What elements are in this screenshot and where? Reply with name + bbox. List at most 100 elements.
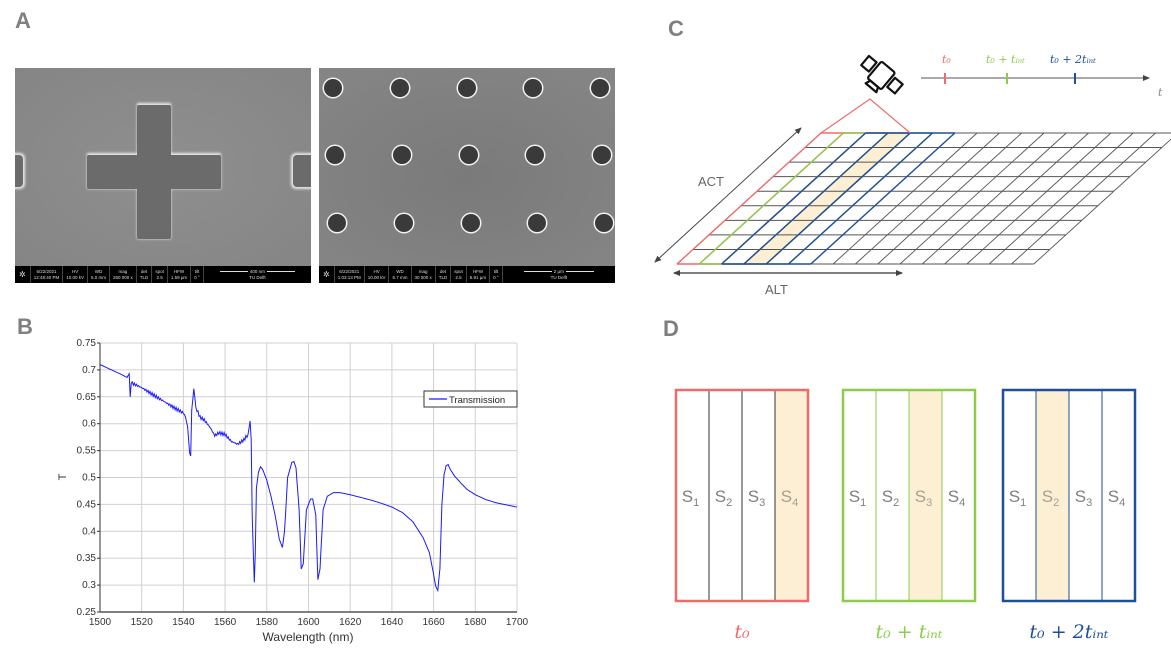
grid-col-line (966, 132, 1112, 265)
time-axis-label: t (1158, 86, 1163, 99)
hole (328, 214, 346, 232)
y-tick-label: 0.3 (82, 580, 96, 591)
hole-array-graphic (319, 68, 615, 266)
y-tick-label: 0.55 (77, 446, 97, 457)
x-axis-label: Wavelength (nm) (263, 630, 354, 644)
grid-col-line (877, 132, 1023, 265)
x-tick-label: 1520 (131, 617, 154, 628)
transmission-chart: 1500 1520 1540 1560 1580 1600 1620 1640 1660 1680… (57, 338, 529, 644)
hole (593, 146, 611, 164)
hole (326, 146, 344, 164)
frame-col-line (676, 132, 822, 265)
y-tick-label: 0.35 (77, 553, 97, 564)
x-tick-label: 1620 (339, 617, 362, 628)
sem-time: 1:03:13 PM (337, 274, 361, 280)
x-tick-label: 1540 (172, 617, 195, 628)
panel-label-d: D (663, 316, 679, 341)
sem-spot: 2.5 (455, 274, 462, 280)
time-label-t0: t₀ (942, 53, 951, 66)
strip-label: S2 (882, 487, 899, 509)
detector-frame: S1 S2 S3 S4t₀ (674, 388, 810, 643)
sem-mag: 30 000 x (414, 274, 432, 280)
hole (462, 214, 480, 232)
hole (524, 79, 542, 97)
x-tick-label: 1560 (214, 617, 237, 628)
detector-frames: S1 S2 S3 S4t₀S1 S2 S3 S4t₀ + tᵢₙₜS1 S2 S3 S4t₀ + … (674, 388, 1137, 643)
grid-col-line (1033, 138, 1171, 265)
y-tick-label: 0.5 (82, 473, 96, 484)
sem-info-bar: ✲ 6/22/2021 1:03:13 PM HV 10.00 kV WD 6.7 m… (319, 266, 615, 283)
frame-col-line (765, 132, 911, 265)
legend-label: Transmission (449, 395, 505, 406)
sem-image-holes: ✲ 6/22/2021 1:03:13 PM HV 10.00 kV WD 6.7 m… (319, 68, 615, 283)
cross-aperture-graphic (15, 68, 311, 266)
sem-hfw: 1.59 µm (170, 274, 188, 280)
frame-caption: t₀ + 2tᵢₙₜ (1029, 621, 1108, 643)
sem-hfw: 6.91 µm (469, 274, 487, 280)
frame-col-line (788, 132, 933, 265)
hole (595, 214, 613, 232)
sem-info-bar: ✲ 6/22/2021 12:48:40 PM HV 10.00 kV WD 5.0 … (15, 266, 311, 283)
x-tick-label: 1600 (297, 617, 320, 628)
field-of-view (820, 98, 911, 134)
grid-col-line (988, 132, 1134, 265)
sem-institution: TU Delft (249, 274, 266, 280)
sem-det: TLD (139, 274, 149, 280)
x-tick-label: 1700 (506, 617, 529, 628)
sem-image-cross: ✲ 6/22/2021 12:48:40 PM HV 10.00 kV WD 5.0 … (15, 68, 311, 283)
strip-label: S3 (1075, 487, 1092, 509)
strip-label: S3 (748, 487, 765, 509)
sem-institution: TU Delft (550, 274, 568, 280)
strip-label: S2 (715, 487, 732, 509)
strip-label: S4 (948, 487, 965, 509)
time-label-t0-plus-2tint: t₀ + 2tᵢₙₜ (1050, 53, 1096, 66)
x-tick-label: 1500 (89, 617, 112, 628)
y-tick-label: 0.4 (82, 526, 96, 537)
strip-label: S1 (849, 487, 866, 509)
chart-grid (100, 342, 518, 612)
highlight-strip (743, 133, 911, 264)
y-tick-label: 0.25 (77, 607, 97, 618)
hole (591, 79, 609, 97)
satellite-icon (860, 54, 904, 95)
ground-grid (676, 98, 1171, 265)
sem-wd: 5.0 mm (91, 274, 107, 280)
frame-caption: t₀ (734, 621, 750, 643)
y-axis-label: T (57, 473, 69, 480)
hole (460, 146, 478, 164)
sem-det: TLD (438, 274, 448, 280)
hole (526, 146, 544, 164)
grid-col-line (899, 132, 1045, 265)
sem-hv: 10.00 kV (367, 274, 386, 280)
frame-caption: t₀ + tᵢₙₜ (875, 621, 942, 643)
hole (395, 214, 413, 232)
chart-legend: Transmission (423, 390, 518, 408)
frame-col-line (743, 132, 889, 265)
time-axis: t₀ t₀ + tᵢₙₜ t₀ + 2tᵢₙₜ t (921, 53, 1163, 99)
grid-col-line (1011, 132, 1156, 265)
grid-col-line (832, 132, 978, 265)
microscope-logo-icon: ✲ (319, 266, 335, 283)
time-label-t0-plus-tint: t₀ + tᵢₙₜ (986, 53, 1025, 66)
sem-tilt: 0 ° (493, 274, 499, 280)
strip-label: S1 (1009, 487, 1026, 509)
x-tick-label: 1580 (256, 617, 279, 628)
sem-time: 12:48:40 PM (33, 274, 60, 280)
y-tick-label: 0.6 (82, 419, 96, 430)
sem-spot: 2.5 (156, 274, 163, 280)
strip-label: S4 (1108, 487, 1125, 509)
hole (324, 79, 342, 97)
act-label: ACT (698, 174, 724, 189)
frame-col-line (721, 132, 867, 265)
sem-tilt: 0 ° (194, 274, 200, 280)
alt-label: ALT (765, 282, 788, 297)
y-tick-label: 0.7 (82, 365, 96, 376)
detector-frame: S1 S2 S3 S4t₀ + 2tᵢₙₜ (1001, 388, 1137, 643)
swath-diagram: t₀ t₀ + tᵢₙₜ t₀ + 2tᵢₙₜ t ACT ALT (654, 53, 1171, 297)
grid-col-line (921, 132, 1067, 265)
y-tick-label: 0.75 (77, 338, 97, 349)
hole (391, 79, 409, 97)
sem-mag: 260 000 x (113, 274, 133, 280)
detector-frame: S1 S2 S3 S4t₀ + tᵢₙₜ (841, 388, 977, 643)
hole (528, 214, 546, 232)
